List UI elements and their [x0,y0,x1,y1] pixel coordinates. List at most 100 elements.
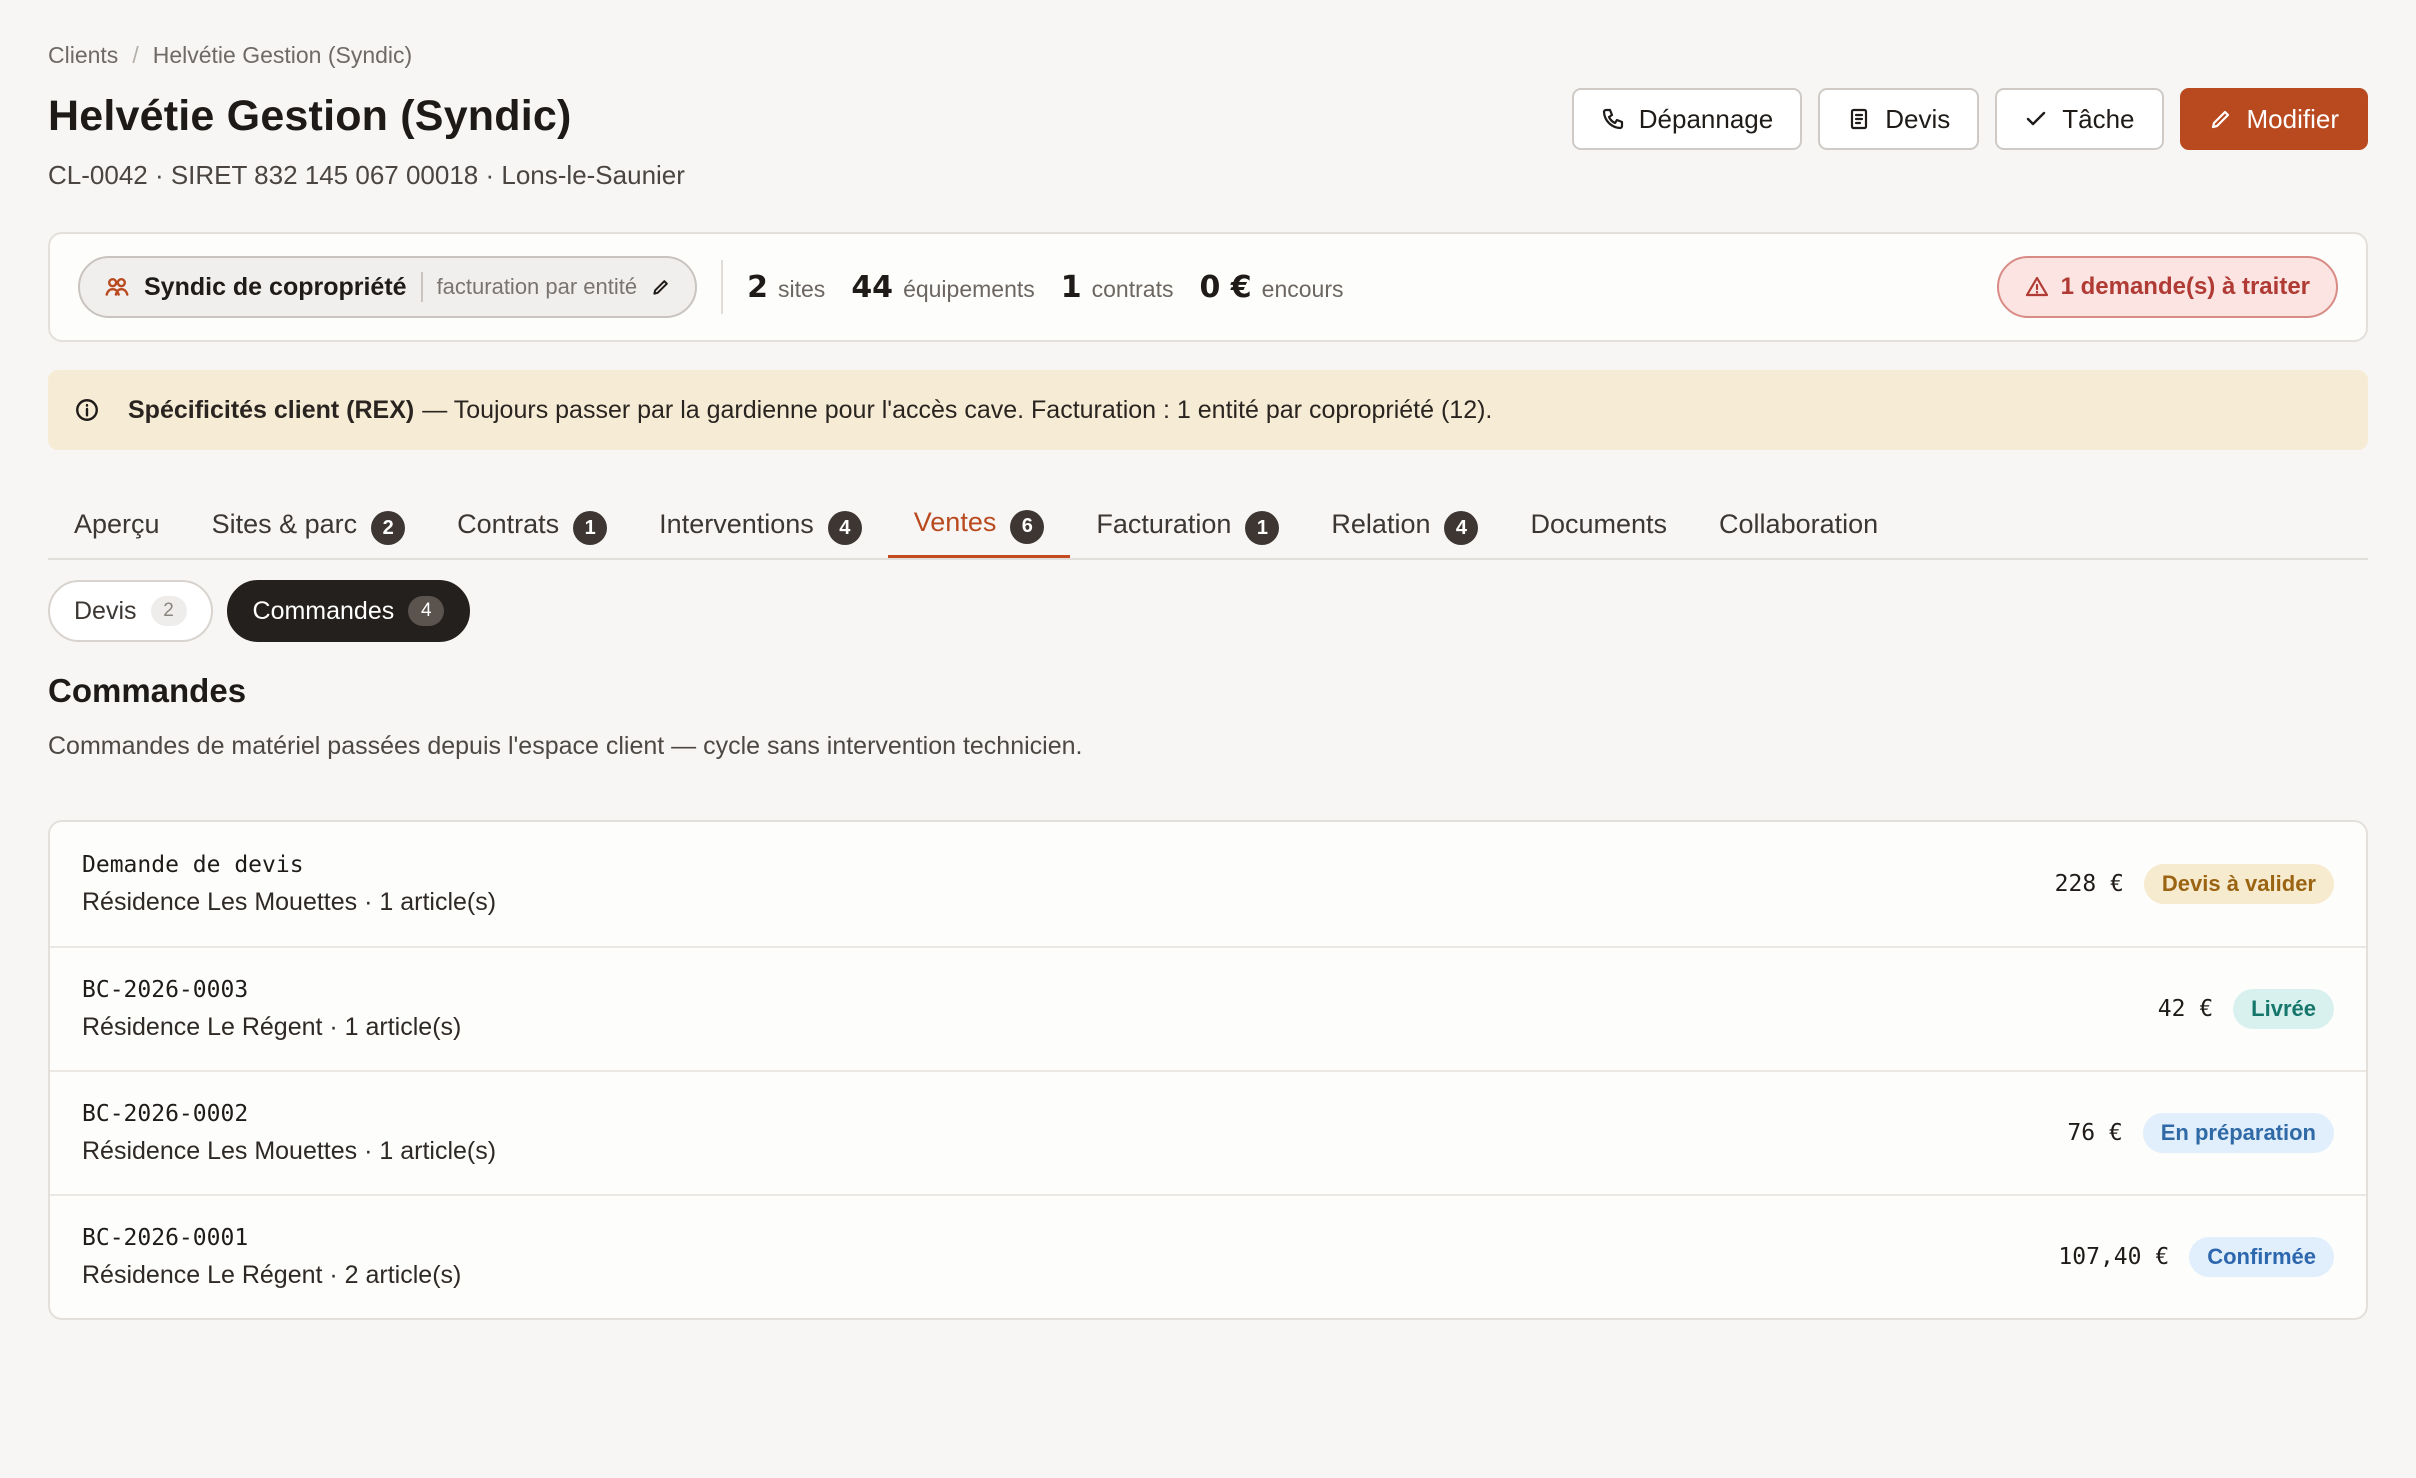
order-reference: BC-2026-0001 [82,1224,249,1251]
tache-button[interactable]: Tâche [1995,88,2164,150]
stat-contrats: 1 contrats [1061,270,1174,305]
order-reference: Demande de devis [82,851,304,878]
tab-documents[interactable]: Documents [1504,490,1693,558]
order-meta: Résidence Les Mouettes · 1 article(s) [82,1136,497,1165]
tab-label: Aperçu [74,508,160,539]
modifier-label: Modifier [2246,103,2339,134]
tab-label: Relation [1331,508,1431,539]
depannage-label: Dépannage [1638,103,1774,134]
segment-count: 2 [150,596,187,626]
order-summary: 107,40 € Confirmée [2058,1237,2334,1277]
tab-interventions[interactable]: Interventions 4 [633,490,888,558]
tab-label: Documents [1530,508,1668,539]
page: Clients / Helvétie Gestion (Syndic) Helv… [0,0,2416,1478]
order-info: BC-2026-0003 Résidence Le Régent · 1 art… [82,977,461,1042]
order-row[interactable]: BC-2026-0001 Résidence Le Régent · 2 art… [50,1194,2366,1318]
order-meta: Résidence Les Mouettes · 1 article(s) [82,887,497,916]
order-amount: 107,40 € [2058,1244,2170,1270]
banner-title: Spécificités client (REX) [128,395,415,424]
client-type-label: Syndic de copropriété [144,272,407,301]
order-reference: BC-2026-0003 [82,976,249,1003]
stat-equipements: 44 équipements [851,270,1034,305]
tab-label: Sites & parc [211,508,358,539]
order-row[interactable]: Demande de devis Résidence Les Mouettes … [50,822,2366,946]
users-icon [105,278,129,296]
devis-label: Devis [1885,103,1951,134]
status-badge: Livrée [2233,989,2334,1029]
tab-contrats[interactable]: Contrats 1 [431,490,633,558]
tache-label: Tâche [2062,103,2135,134]
order-meta: Résidence Le Régent · 1 article(s) [82,1012,462,1041]
tab-sites-parc[interactable]: Sites & parc 2 [186,490,432,558]
tab-label: Collaboration [1719,508,1879,539]
depannage-button[interactable]: Dépannage [1571,88,1803,150]
tab-relation[interactable]: Relation 4 [1305,490,1504,558]
order-info: BC-2026-0002 Résidence Les Mouettes · 1 … [82,1101,496,1166]
tab-count-badge: 1 [573,511,608,545]
order-summary: 76 € En préparation [2067,1113,2334,1153]
stat-contrats-value: 1 [1060,269,1082,305]
client-specifics-banner: Spécificités client (REX) — Toujours pas… [48,370,2368,450]
segment-devis[interactable]: Devis 2 [48,580,213,642]
chip-divider [420,272,423,302]
breadcrumb: Clients / Helvétie Gestion (Syndic) [48,42,412,69]
segment-commandes[interactable]: Commandes 4 [226,580,471,642]
tab-count-badge: 1 [1245,511,1280,545]
stat-equipements-unit: équipements [903,275,1035,302]
tab-count-badge: 2 [371,511,406,545]
pencil-icon[interactable] [651,277,671,297]
tab-apercu[interactable]: Aperçu [48,490,186,558]
order-info: Demande de devis Résidence Les Mouettes … [82,852,496,917]
ventes-segments: Devis 2 Commandes 4 [48,580,471,642]
order-row[interactable]: BC-2026-0002 Résidence Les Mouettes · 1 … [50,1070,2366,1194]
tab-ventes[interactable]: Ventes 6 [887,490,1071,558]
breadcrumb-current: Helvétie Gestion (Syndic) [152,42,413,68]
order-row[interactable]: BC-2026-0003 Résidence Le Régent · 1 art… [50,946,2366,1070]
modifier-button[interactable]: Modifier [2179,88,2368,150]
info-icon [76,399,98,421]
tab-count-badge: 4 [1444,511,1479,545]
client-tabs: Aperçu Sites & parc 2 Contrats 1 Interve… [48,490,2368,560]
order-amount: 42 € [2157,996,2214,1022]
phone-icon [1602,108,1623,130]
header-actions: Dépannage Devis Tâche Modifier [1571,88,2368,150]
stat-sites-unit: sites [778,275,826,302]
segment-label: Commandes [252,596,395,625]
segment-count: 4 [408,596,445,626]
orders-list: Demande de devis Résidence Les Mouettes … [48,820,2368,1320]
status-badge: En préparation [2142,1113,2334,1153]
stat-sites: 2 sites [747,270,825,305]
devis-button[interactable]: Devis [1818,88,1980,150]
order-summary: 228 € Devis à valider [2055,864,2334,904]
section-description: Commandes de matériel passées depuis l'e… [48,732,1083,760]
order-amount: 228 € [2054,871,2124,897]
segment-label: Devis [74,596,137,625]
document-icon [1851,108,1868,130]
client-identifiers: CL-0042 · SIRET 832 145 067 00018 · Lons… [48,160,685,190]
tab-collaboration[interactable]: Collaboration [1693,490,1904,558]
breadcrumb-clients[interactable]: Clients [48,42,118,69]
stat-sites-value: 2 [747,269,769,305]
billing-mode-label: facturation par entité [436,274,638,299]
stat-encours-value: 0 € [1199,269,1252,305]
warning-icon [2025,276,2048,297]
tab-label: Contrats [457,508,560,539]
tab-label: Interventions [659,508,814,539]
stat-encours: 0 € encours [1199,270,1343,305]
client-summary-card: Syndic de copropriété facturation par en… [48,232,2368,342]
breadcrumb-separator: / [132,42,139,68]
tab-facturation[interactable]: Facturation 1 [1070,490,1305,558]
status-badge: Devis à valider [2143,864,2334,904]
summary-divider [721,260,724,314]
pencil-icon [2211,110,2229,129]
client-type-chip[interactable]: Syndic de copropriété facturation par en… [78,256,698,318]
order-meta: Résidence Le Régent · 2 article(s) [82,1260,462,1289]
tab-count-badge: 4 [827,511,862,545]
page-title: Helvétie Gestion (Syndic) [48,92,572,140]
check-icon [2027,111,2046,126]
banner-text: — Toujours passer par la gardienne pour … [422,395,1493,424]
tab-label: Facturation [1096,508,1232,539]
pending-requests-button[interactable]: 1 demande(s) à traiter [1996,256,2338,318]
status-badge: Confirmée [2189,1237,2334,1277]
tab-count-badge: 6 [1010,509,1045,544]
